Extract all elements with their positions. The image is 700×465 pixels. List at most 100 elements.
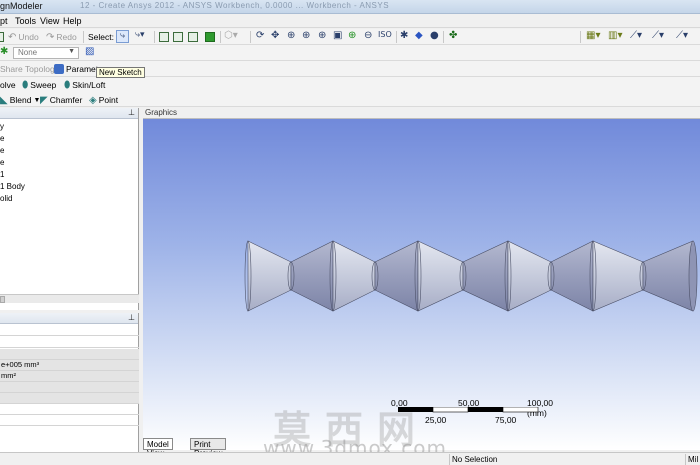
pin-icon[interactable]: ⊥: [128, 313, 135, 322]
point-icon[interactable]: ●: [430, 30, 439, 41]
details-row[interactable]: [0, 337, 139, 348]
scale-label: 25,00: [425, 415, 447, 425]
tree-item[interactable]: e: [0, 134, 4, 143]
redo-button[interactable]: ↷ Redo: [46, 31, 77, 43]
point-button[interactable]: ◈ Point: [89, 94, 118, 106]
zoom-fit-icon[interactable]: ▣: [333, 30, 342, 41]
new-plane-icon[interactable]: ✱: [0, 46, 8, 57]
graphics-viewport[interactable]: Graphics 0,00 50,00 100,00 (mm) 25,00 75…: [143, 108, 700, 460]
share-topology-button[interactable]: Share Topology: [0, 63, 59, 75]
tree-outline-panel: ⊥ y e e e 1 1 Body olid: [0, 108, 139, 310]
undo-icon: ↶: [8, 31, 17, 43]
plane-toolbar: ✱ None ▼ ▨: [0, 45, 700, 61]
edge-coloring-icon[interactable]: ▥▾: [608, 30, 622, 41]
magnifier-icon[interactable]: ⊖: [364, 30, 372, 41]
menu-help[interactable]: Help: [63, 16, 82, 26]
cone-segment[interactable]: [592, 240, 644, 312]
iso-view-icon[interactable]: ISO: [378, 30, 392, 39]
display-plane-icon[interactable]: ✱: [400, 30, 408, 41]
details-row: [0, 382, 139, 393]
status-bar: No Selection Mil: [0, 452, 700, 465]
details-row[interactable]: [0, 325, 139, 336]
graphics-options-icon[interactable]: ▦▾: [586, 30, 600, 41]
frame-style-icon[interactable]: ⟋▾: [676, 30, 688, 41]
cone-segment[interactable]: [290, 240, 334, 312]
window-title-ghost: 12 - Create Ansys 2012 - ANSYS Workbench…: [80, 1, 390, 10]
blend-icon: ◣: [0, 94, 8, 106]
title-bar: gnModeler 12 - Create Ansys 2012 - ANSYS…: [0, 0, 700, 14]
select-faces-icon[interactable]: [188, 32, 198, 42]
pin-icon[interactable]: ⊥: [128, 108, 135, 117]
tree-item[interactable]: e: [0, 158, 4, 167]
details-row[interactable]: [0, 415, 139, 426]
skin-loft-button[interactable]: ⬮ Skin/Loft: [64, 79, 105, 91]
menu-tools[interactable]: Tools: [15, 16, 36, 26]
revolve-button[interactable]: olve: [0, 79, 16, 91]
tree-item[interactable]: olid: [0, 194, 12, 203]
sweep-icon: ⬮: [22, 79, 29, 91]
cone-segment[interactable]: [642, 240, 694, 312]
look-at-icon[interactable]: ✤: [449, 30, 457, 41]
select-edges-icon[interactable]: [173, 32, 183, 42]
main-toolbar: ↶ Undo ↷ Redo Select: ⤷ ⤷▾ ⬡▾ ⟳ ✥ ⊕ ⊕ ⊕ …: [0, 29, 700, 45]
tree-item[interactable]: y: [0, 122, 4, 131]
zoom-to-fit-icon[interactable]: ⊕: [348, 30, 356, 41]
cone-segment[interactable]: [247, 240, 292, 312]
details-row: [0, 393, 139, 404]
details-row[interactable]: [0, 404, 139, 415]
tree-horizontal-scrollbar[interactable]: [0, 294, 139, 303]
save-icon[interactable]: [0, 32, 4, 42]
rotate-icon[interactable]: ⟳: [256, 30, 264, 41]
tree-item[interactable]: e: [0, 146, 4, 155]
cone-segment[interactable]: [374, 240, 419, 312]
selection-status: No Selection: [449, 454, 685, 465]
cone-segment[interactable]: [507, 240, 552, 312]
details-row-area: mm²: [0, 371, 139, 382]
zoom-icon[interactable]: ⊕: [287, 30, 295, 41]
details-panel: ⊥ e+005 mm³ mm²: [0, 313, 139, 465]
parameters-icon: [54, 64, 64, 74]
edge-style-icon[interactable]: ⟋▾: [652, 30, 664, 41]
model-geometry[interactable]: [143, 108, 700, 450]
chamfer-button[interactable]: ◤ Chamfer: [40, 94, 82, 106]
pan-icon[interactable]: ✥: [271, 30, 279, 41]
tab-print-preview[interactable]: Print Preview: [190, 438, 227, 458]
menu-view[interactable]: View: [40, 16, 59, 26]
chevron-down-icon: ▼: [68, 48, 75, 55]
select-mode-icon[interactable]: ⤷: [116, 30, 129, 43]
details-row: [0, 349, 139, 360]
tab-model-view[interactable]: Model View: [143, 438, 173, 458]
scale-label: 75,00: [495, 415, 517, 425]
menu-script[interactable]: pt: [0, 16, 8, 26]
cone-segment[interactable]: [550, 240, 594, 312]
new-sketch-tooltip: New Sketch: [96, 67, 145, 78]
select-points-icon[interactable]: [159, 32, 169, 42]
units-status: Mil: [685, 454, 700, 465]
line-style-icon[interactable]: ⟋▾: [630, 30, 642, 41]
cone-segment[interactable]: [417, 240, 464, 312]
plane-dropdown[interactable]: None ▼: [13, 47, 79, 59]
select-filter-icon[interactable]: ⤷▾: [135, 30, 145, 40]
cone-segment[interactable]: [332, 240, 376, 312]
redo-icon: ↷: [46, 31, 55, 43]
skin-loft-icon: ⬮: [64, 79, 71, 91]
select-bodies-icon[interactable]: [205, 32, 215, 42]
features-toolbar: olve ⬮ Sweep ⬮ Skin/Loft: [0, 77, 700, 93]
blend-button[interactable]: ◣ Blend ▼: [0, 94, 40, 106]
graphics-header: Graphics: [143, 108, 700, 119]
detail-toolbar: ◣ Blend ▼ ◤ Chamfer ◈ Point: [0, 92, 700, 107]
cone-segment[interactable]: [462, 240, 509, 312]
tree-item[interactable]: 1: [0, 170, 4, 179]
display-model-icon[interactable]: ◆: [415, 30, 423, 41]
new-sketch-icon[interactable]: ▨: [85, 46, 94, 57]
tree-item[interactable]: 1 Body: [0, 182, 25, 191]
zoom-in-icon[interactable]: ⊕: [302, 30, 310, 41]
zoom-box-icon[interactable]: ⊕: [318, 30, 326, 41]
end-face[interactable]: [688, 240, 698, 312]
sweep-button[interactable]: ⬮ Sweep: [22, 79, 56, 91]
chamfer-icon: ◤: [40, 94, 48, 106]
point-feature-icon: ◈: [89, 94, 97, 106]
undo-button[interactable]: ↶ Undo: [8, 31, 39, 43]
window-title: gnModeler: [0, 1, 43, 11]
extend-selection-icon[interactable]: ⬡▾: [224, 30, 238, 41]
